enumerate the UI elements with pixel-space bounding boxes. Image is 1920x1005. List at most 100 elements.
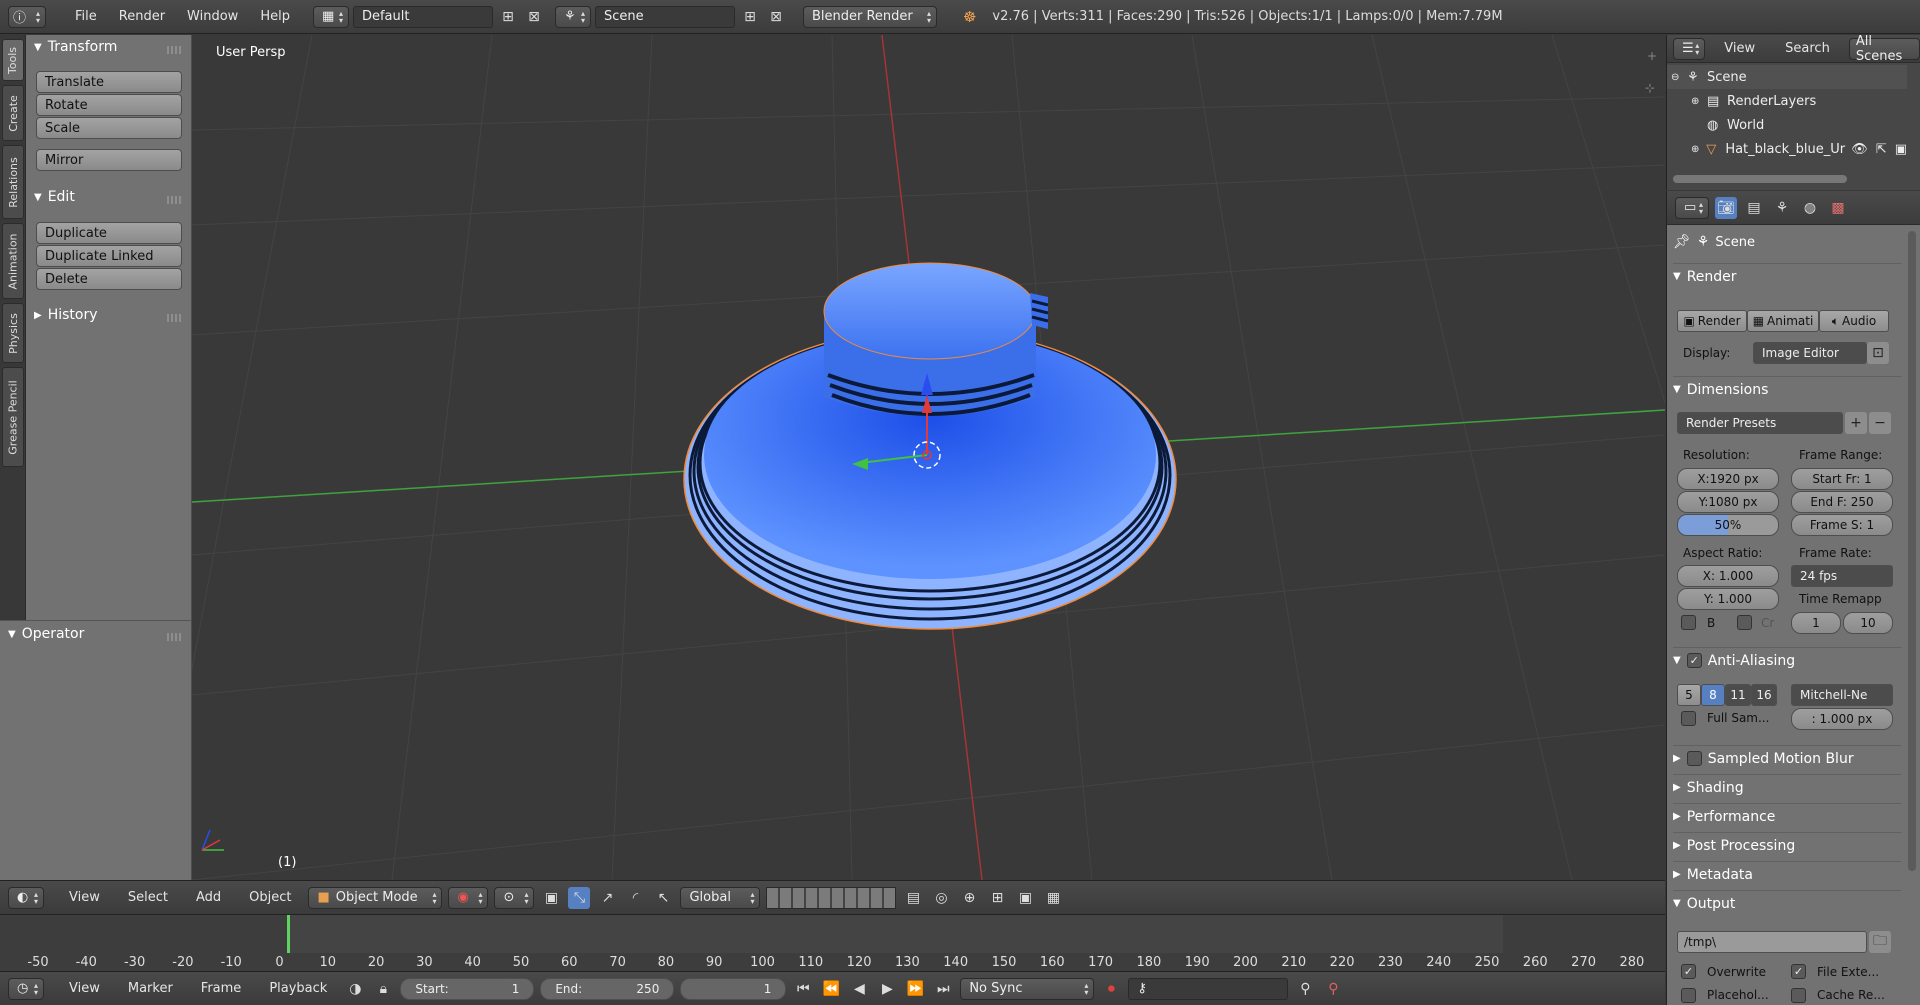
- insert-keyframe-icon[interactable]: ⚲: [1294, 978, 1316, 1000]
- aa-samples-11[interactable]: 11: [1725, 684, 1751, 706]
- properties-scrollbar[interactable]: [1908, 231, 1916, 871]
- aa-samples-5[interactable]: 5: [1677, 684, 1701, 706]
- resolution-y-field[interactable]: Y:1080 px: [1677, 491, 1779, 513]
- snap-target-icon[interactable]: ⊞: [986, 887, 1008, 909]
- timeline-editor-type-button[interactable]: ◷ ▴ ▾: [8, 977, 44, 1000]
- render-opengl-icon[interactable]: ▣: [1014, 887, 1036, 909]
- outliner-item-world[interactable]: ◍ World: [1667, 113, 1907, 137]
- menu-help[interactable]: Help: [249, 9, 301, 24]
- play-icon[interactable]: ▶: [876, 978, 898, 1000]
- aspect-y-field[interactable]: Y: 1.000: [1677, 588, 1779, 610]
- layer-buttons[interactable]: [766, 886, 897, 909]
- jump-end-icon[interactable]: ⏭: [932, 978, 954, 1000]
- layout-name-field[interactable]: Default: [352, 5, 493, 28]
- section-metadata[interactable]: ▶ Metadata: [1673, 861, 1901, 887]
- display-mode-select[interactable]: All Scenes: [1848, 34, 1920, 64]
- render-camera-icon[interactable]: ▣: [1895, 142, 1907, 157]
- jump-start-icon[interactable]: ⏮: [792, 978, 814, 1000]
- drag-grip-icon[interactable]: [167, 314, 181, 322]
- transform-panel-header[interactable]: ▼ Transform: [34, 39, 117, 55]
- anti-aliasing-checkbox[interactable]: ✓: [1686, 653, 1702, 668]
- menu-render[interactable]: Render: [108, 9, 176, 24]
- keying-set-field[interactable]: ⚷: [1128, 977, 1289, 1000]
- resolution-percent-slider[interactable]: 50%: [1677, 514, 1779, 536]
- rotate-button[interactable]: Rotate: [36, 94, 182, 116]
- scene-tab-icon[interactable]: ⚘: [1771, 197, 1793, 219]
- render-engine-select[interactable]: Blender Render ▴ ▾: [802, 5, 937, 28]
- history-panel-header[interactable]: ▶ History: [34, 307, 98, 323]
- sync-select[interactable]: No Sync ▴ ▾: [960, 977, 1095, 1000]
- timeline[interactable]: -50 -40 -30 -20 -10 0 10 20 30 40 50 60 70 80 90 100 110…: [0, 914, 1665, 971]
- pivot-select[interactable]: ⊙ ▴ ▾: [494, 886, 535, 909]
- translate-button[interactable]: Translate: [36, 71, 182, 93]
- aa-samples-8[interactable]: 8: [1701, 684, 1725, 706]
- outliner-menu-view[interactable]: View: [1713, 41, 1766, 56]
- border-checkbox[interactable]: [1681, 615, 1696, 630]
- end-frame-prop-field[interactable]: End F: 250: [1791, 491, 1893, 513]
- delete-keyframe-icon[interactable]: ⚲: [1322, 978, 1344, 1000]
- select-arrow-icon[interactable]: ⇱: [1876, 142, 1887, 157]
- aspect-x-field[interactable]: X: 1.000: [1677, 565, 1779, 587]
- info-editor-type-button[interactable]: ⓘ ▴ ▾: [8, 5, 46, 28]
- translate-manipulator-icon[interactable]: ↗: [596, 887, 618, 909]
- drag-grip-icon[interactable]: [167, 46, 181, 54]
- layout-browse-button[interactable]: ▦ ▴ ▾: [312, 5, 349, 28]
- frame-step-field[interactable]: Frame S: 1: [1791, 514, 1893, 536]
- outliner-scrollbar[interactable]: [1673, 175, 1847, 183]
- mode-select[interactable]: ■ Object Mode ▴ ▾: [308, 886, 443, 909]
- record-icon[interactable]: ⏺: [1100, 978, 1122, 1000]
- output-panel-header[interactable]: ▼ Output: [1673, 890, 1901, 916]
- remove-preset-icon[interactable]: −: [1869, 412, 1891, 434]
- aa-filter-select[interactable]: Mitchell-Ne: [1791, 684, 1893, 706]
- end-frame-field[interactable]: End: 250: [540, 977, 675, 1000]
- drag-grip-icon[interactable]: [167, 196, 181, 204]
- region-expand-icon[interactable]: +: [1647, 49, 1657, 63]
- rotate-manipulator-icon[interactable]: ◜: [624, 887, 646, 909]
- remove-layout-icon[interactable]: ⊠: [523, 6, 545, 28]
- visibility-eye-icon[interactable]: 👁︎: [1851, 142, 1868, 157]
- texture-tab-icon[interactable]: ▩: [1827, 197, 1849, 219]
- menu-file[interactable]: File: [64, 9, 108, 24]
- mirror-button[interactable]: Mirror: [36, 149, 182, 171]
- file-browse-icon[interactable]: 🗀: [1869, 931, 1891, 953]
- menu-view[interactable]: View: [58, 890, 111, 905]
- file-extensions-checkbox[interactable]: ✓: [1791, 964, 1806, 979]
- output-path-field[interactable]: /tmp\: [1677, 931, 1867, 953]
- timeline-menu-frame[interactable]: Frame: [190, 981, 253, 996]
- render-animation-button[interactable]: ▦ Animati: [1747, 310, 1819, 332]
- tab-tools[interactable]: Tools: [2, 39, 24, 81]
- menu-object[interactable]: Object: [238, 890, 302, 905]
- render-still-button[interactable]: ▣ Render: [1677, 310, 1747, 332]
- 3d-viewport[interactable]: User Persp (1) + ⊹: [192, 35, 1665, 880]
- scale-button[interactable]: Scale: [36, 117, 182, 139]
- pin-icon[interactable]: 📌︎: [1673, 234, 1691, 250]
- operator-panel-header[interactable]: ▼ Operator: [8, 626, 84, 642]
- full-sample-checkbox[interactable]: [1681, 711, 1696, 726]
- tab-grease-pencil[interactable]: Grease Pencil: [2, 367, 24, 467]
- duplicate-button[interactable]: Duplicate: [36, 222, 182, 244]
- drag-grip-icon[interactable]: [167, 633, 181, 641]
- display-select[interactable]: Image Editor: [1753, 342, 1867, 364]
- edit-panel-header[interactable]: ▼ Edit: [34, 189, 75, 205]
- anti-aliasing-panel-header[interactable]: ▼ ✓ Anti-Aliasing: [1673, 647, 1901, 673]
- placeholders-checkbox[interactable]: [1681, 988, 1696, 1003]
- scene-name-field[interactable]: Scene: [594, 5, 735, 28]
- start-frame-field[interactable]: Start: 1: [400, 977, 535, 1000]
- snap-toggle-icon[interactable]: ▣: [540, 887, 562, 909]
- tab-create[interactable]: Create: [2, 85, 24, 141]
- next-keyframe-icon[interactable]: ⏩: [904, 978, 926, 1000]
- menu-window[interactable]: Window: [176, 9, 249, 24]
- render-anim-icon[interactable]: ▦: [1042, 887, 1064, 909]
- add-layout-icon[interactable]: ⊞: [497, 6, 519, 28]
- outliner-menu-search[interactable]: Search: [1774, 41, 1841, 56]
- filter-size-field[interactable]: : 1.000 px: [1791, 708, 1893, 730]
- timeline-menu-playback[interactable]: Playback: [258, 981, 338, 996]
- render-audio-button[interactable]: 🔈︎ Audio: [1819, 310, 1889, 332]
- orientation-select[interactable]: Global ▴ ▾: [680, 886, 761, 909]
- overwrite-checkbox[interactable]: ✓: [1681, 964, 1696, 979]
- properties-editor-type-button[interactable]: ▭ ▴ ▾: [1675, 196, 1709, 219]
- render-panel-header[interactable]: ▼ Render: [1673, 263, 1901, 289]
- outliner-editor-type-button[interactable]: ☰ ▴ ▾: [1673, 37, 1706, 60]
- dimensions-panel-header[interactable]: ▼ Dimensions: [1673, 376, 1901, 402]
- render-tab-icon[interactable]: 📷︎: [1715, 196, 1737, 219]
